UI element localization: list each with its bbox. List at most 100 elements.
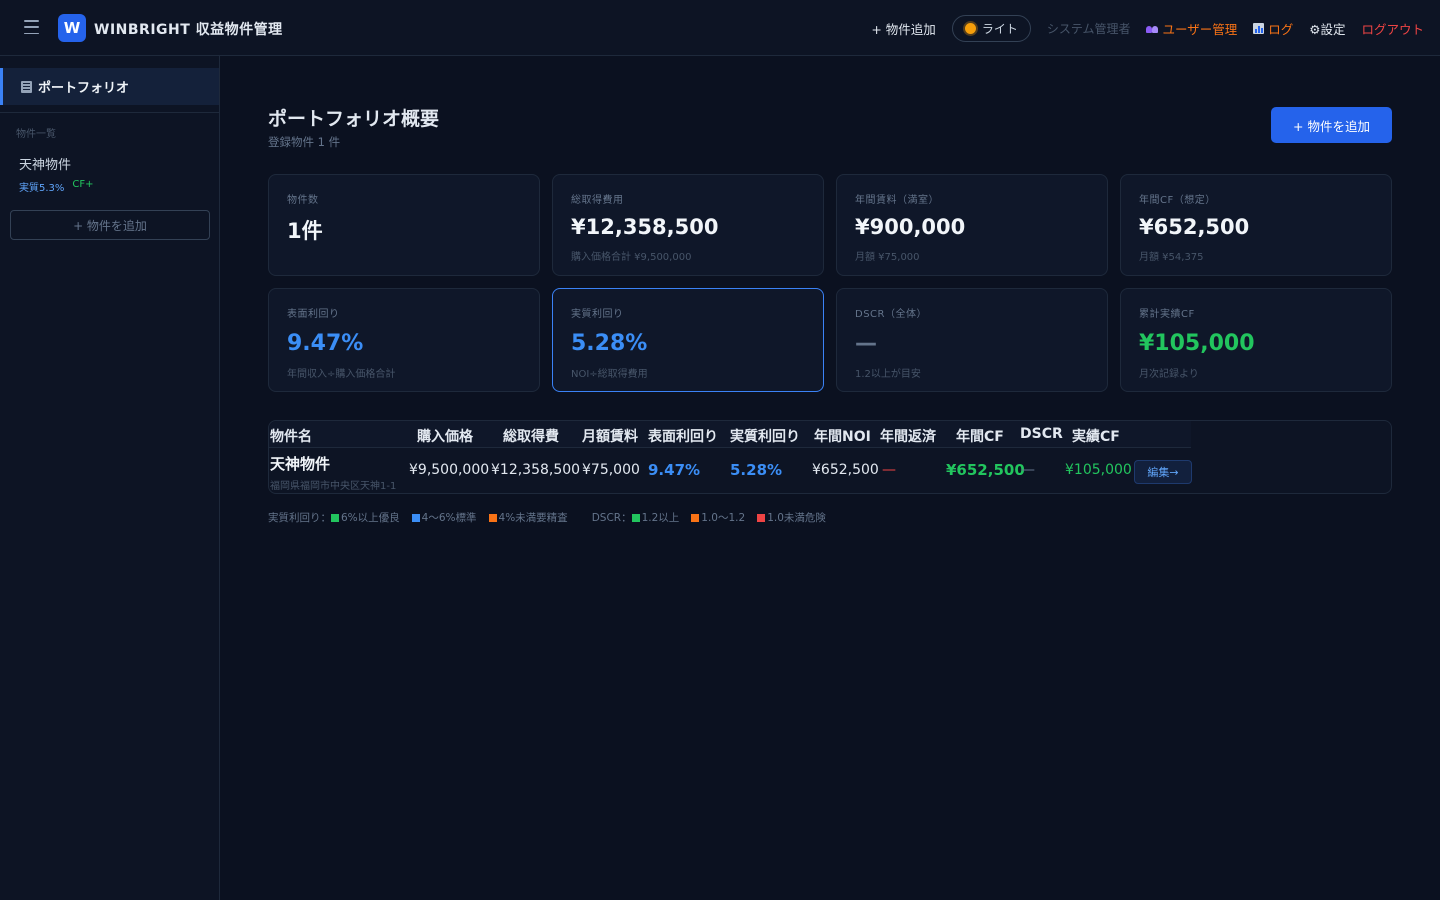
kpi-card-actual-cf: 累計実績CF ¥105,000 月次記録より <box>1120 288 1392 392</box>
column-header: 総取得費 <box>503 429 559 445</box>
legend-yield-standard: 4〜6%標準 <box>421 512 477 524</box>
legend-yield-good: 6%以上優良 <box>341 512 400 524</box>
top-bar: W WINBRIGHT 収益物件管理 + 物件追加 ライト システム管理者 ユー… <box>0 0 1440 56</box>
green-swatch-icon <box>331 513 339 522</box>
column-header: 年間NOI <box>814 429 871 445</box>
card-label: 累計実績CF <box>1139 309 1195 320</box>
card-label: 表面利回り <box>287 309 340 320</box>
card-note: 月額 ¥54,375 <box>1139 252 1204 263</box>
green-swatch-icon <box>631 513 640 522</box>
card-label: 総取得費用 <box>571 195 624 206</box>
log-link[interactable]: ログ <box>1253 19 1293 38</box>
purchase-price-cell: ¥9,500,000 <box>409 462 490 478</box>
property-table: 物件名 購入価格 総取得費 月額賃料 表面利回り 実質利回り 年間NOI 年間返… <box>268 420 1392 494</box>
user-role: システム管理者 <box>1046 21 1131 36</box>
kpi-card-gross-yield: 表面利回り 9.47% 年間収入÷購入価格合計 <box>268 288 540 392</box>
actual-cf-cell: ¥105,000 <box>1065 462 1132 478</box>
app-title: WINBRIGHT 収益物件管理 <box>94 22 283 38</box>
sun-icon <box>964 22 976 34</box>
legend-dscr-mid: 1.0〜1.2 <box>701 512 746 524</box>
legend-dscr-good: 1.2以上 <box>641 512 680 524</box>
legend-yield-check: 4%未満要精査 <box>498 512 568 524</box>
logout-link[interactable]: ログアウト <box>1361 19 1424 38</box>
color-legend: 実質利回り： 6%以上優良 4〜6%標準 4%未満要精査 DSCR： 1.2以上… <box>268 510 838 525</box>
orange-swatch-icon <box>488 513 497 522</box>
card-value: 5.28% <box>571 331 648 356</box>
card-value: 1件 <box>287 219 323 243</box>
card-note: 年間収入÷購入価格合計 <box>287 369 396 380</box>
theme-toggle-label: ライト <box>981 21 1018 36</box>
column-header: 購入価格 <box>417 429 473 445</box>
card-value: — <box>855 331 877 356</box>
kpi-card-annual-rent: 年間賃料（満室） ¥900,000 月額 ¥75,000 <box>836 174 1108 276</box>
building-icon <box>21 80 32 93</box>
annual-cf-cell: ¥652,500 <box>946 461 1025 479</box>
user-management-link[interactable]: ユーザー管理 <box>1146 19 1237 38</box>
column-header: 物件名 <box>270 429 312 445</box>
card-value: ¥900,000 <box>855 215 966 239</box>
column-header: 実績CF <box>1072 429 1120 445</box>
menu-icon[interactable] <box>24 20 39 34</box>
card-note: 1.2以上が目安 <box>855 369 921 380</box>
column-header: 月額賃料 <box>582 429 638 445</box>
repayment-cell: — <box>882 462 896 478</box>
card-label: 年間賃料（満室） <box>855 195 939 206</box>
kpi-card-total-cost: 総取得費用 ¥12,358,500 購入価格合計 ¥9,500,000 <box>552 174 824 276</box>
user-management-label: ユーザー管理 <box>1162 21 1238 37</box>
table-header-divider <box>269 447 1191 448</box>
sidebar-property-name: 天神物件 <box>19 158 72 173</box>
column-header: 年間返済 <box>880 429 936 445</box>
kpi-card-property-count: 物件数 1件 <box>268 174 540 276</box>
column-header: 実質利回り <box>730 429 800 445</box>
card-value: ¥12,358,500 <box>571 215 719 239</box>
sidebar-property-item[interactable]: 天神物件 実質5.3% CF+ <box>19 154 94 194</box>
noi-cell: ¥652,500 <box>812 462 879 478</box>
kpi-card-annual-cf: 年間CF（想定） ¥652,500 月額 ¥54,375 <box>1120 174 1392 276</box>
blue-swatch-icon <box>411 513 420 522</box>
monthly-rent-cell: ¥75,000 <box>582 462 640 478</box>
card-label: DSCR（全体） <box>855 309 927 320</box>
kpi-card-dscr: DSCR（全体） — 1.2以上が目安 <box>836 288 1108 392</box>
dscr-cell: — <box>1021 462 1035 478</box>
theme-toggle[interactable]: ライト <box>951 14 1031 42</box>
sidebar-item-label: ポートフォリオ <box>38 81 130 96</box>
users-icon <box>1146 24 1159 33</box>
total-cost-cell: ¥12,358,500 <box>491 462 581 478</box>
top-nav: + 物件追加 ライト システム管理者 ユーザー管理 ログ ⚙設定 ログアウト <box>871 14 1424 42</box>
sidebar-property-yield: 実質5.3% <box>19 183 65 194</box>
card-value: 9.47% <box>287 331 364 356</box>
add-property-button[interactable]: + 物件を追加 <box>1271 107 1392 143</box>
sidebar: ポートフォリオ 物件一覧 天神物件 実質5.3% CF+ + 物件を追加 <box>0 56 220 900</box>
card-value: ¥105,000 <box>1139 331 1255 356</box>
card-note: 月額 ¥75,000 <box>855 252 920 263</box>
card-value: ¥652,500 <box>1139 215 1250 239</box>
legend-yield-title: 実質利回り： <box>268 512 331 524</box>
page-title: ポートフォリオ概要 <box>268 108 440 130</box>
card-note: 購入価格合計 ¥9,500,000 <box>571 252 692 263</box>
property-address: 福岡県福岡市中央区天神1-1 <box>270 481 397 492</box>
log-label: ログ <box>1268 21 1294 37</box>
red-swatch-icon <box>757 513 766 522</box>
chart-icon <box>1253 22 1265 34</box>
sidebar-section-label: 物件一覧 <box>16 129 56 140</box>
card-label: 実質利回り <box>571 309 624 320</box>
orange-swatch-icon <box>691 513 700 522</box>
column-header: 年間CF <box>956 429 1004 445</box>
card-label: 物件数 <box>287 195 319 206</box>
page-subtitle: 登録物件 1 件 <box>268 135 341 149</box>
sidebar-property-cf: CF+ <box>72 179 94 190</box>
card-note: NOI÷総取得費用 <box>571 369 648 380</box>
legend-dscr-title: DSCR： <box>591 512 632 524</box>
property-name[interactable]: 天神物件 <box>270 453 330 474</box>
card-note: 月次記録より <box>1139 369 1199 380</box>
column-header: DSCR <box>1020 426 1063 442</box>
edit-button[interactable]: 編集→ <box>1134 460 1192 484</box>
nav-add-property-link[interactable]: + 物件追加 <box>871 19 935 38</box>
sidebar-divider <box>0 112 219 113</box>
settings-link[interactable]: ⚙設定 <box>1309 19 1345 38</box>
app-logo: W <box>58 14 86 42</box>
sidebar-add-property-button[interactable]: + 物件を追加 <box>10 210 210 240</box>
card-label: 年間CF（想定） <box>1139 195 1216 206</box>
kpi-card-net-yield: 実質利回り 5.28% NOI÷総取得費用 <box>552 288 824 392</box>
sidebar-item-portfolio[interactable]: ポートフォリオ <box>0 68 219 105</box>
